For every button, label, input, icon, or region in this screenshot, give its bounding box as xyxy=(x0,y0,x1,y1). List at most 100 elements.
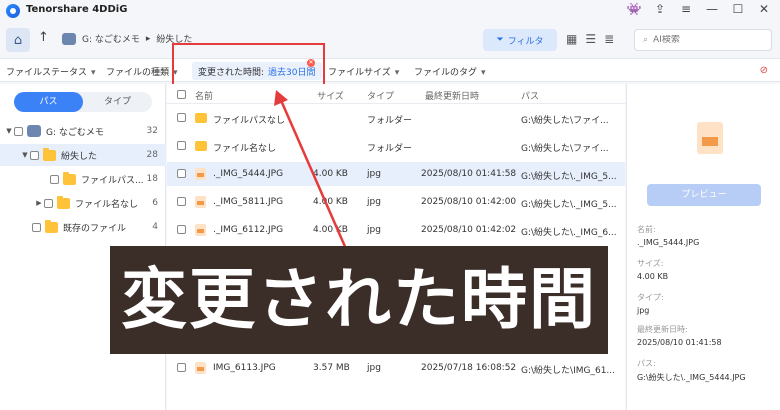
folder-icon xyxy=(63,171,76,185)
chevron-down-icon: ▾ xyxy=(481,68,486,78)
tree-item-count: 28 xyxy=(146,150,158,160)
folder-icon xyxy=(43,147,56,161)
tree-item-existing[interactable]: 既存のファイル 4 xyxy=(0,216,166,238)
filter-button[interactable]: ⏷ フィルタ xyxy=(483,29,557,51)
tree-item-count: 4 xyxy=(152,222,158,232)
row-name: ._IMG_5444.JPG xyxy=(213,169,284,179)
row-modified: 2025/08/10 01:42:02 xyxy=(421,225,517,235)
row-size: 4.00 KB xyxy=(313,169,348,179)
filter-file-status[interactable]: ファイルステータス ▾ xyxy=(6,65,96,78)
column-modified[interactable]: 最終更新日時 xyxy=(425,89,479,102)
drive-icon xyxy=(62,32,76,45)
folder-icon xyxy=(57,195,70,209)
row-size: 4.00 KB xyxy=(313,225,348,235)
expand-arrow-icon[interactable]: ▶ xyxy=(34,199,44,207)
sidebar-segmented-control: パス タイプ xyxy=(14,92,152,112)
assistant-icon[interactable]: 👾 xyxy=(626,2,642,16)
filter-file-size[interactable]: ファイルサイズ ▾ xyxy=(328,65,399,78)
expand-arrow-icon[interactable]: ▼ xyxy=(4,127,14,135)
tree-item-no-name[interactable]: ▶ ファイル名なし 6 xyxy=(0,192,166,214)
tree-item-count: 6 xyxy=(152,198,158,208)
meta-name-value: ._IMG_5444.JPG xyxy=(637,238,700,247)
menu-icon[interactable]: ≡ xyxy=(678,2,694,16)
row-size: 4.00 KB xyxy=(313,197,348,207)
filter-button-label: フィルタ xyxy=(507,36,544,47)
overlay-caption: 変更された時間 xyxy=(110,246,608,354)
row-checkbox[interactable] xyxy=(177,113,186,122)
window-controls: 👾 ⇪ ≡ — ☐ ✕ xyxy=(626,2,772,16)
meta-size-key: サイズ: xyxy=(637,259,664,268)
checkbox[interactable] xyxy=(50,174,59,184)
row-type: フォルダー xyxy=(367,144,413,154)
table-row[interactable]: ファイル名なし フォルダー G:\紛失した\ファイ... xyxy=(167,134,625,158)
close-button[interactable]: ✕ xyxy=(756,2,772,16)
table-row[interactable]: ファイルパスなし フォルダー G:\紛失した\ファイ... xyxy=(167,106,625,130)
table-row[interactable]: IMG_6113.JPG 3.57 MB jpg 2025/07/18 16:0… xyxy=(167,356,625,380)
breadcrumb-drive[interactable]: G: なごむメモ xyxy=(82,32,140,45)
checkbox[interactable] xyxy=(32,222,41,232)
grid-view-icon[interactable]: ▦ xyxy=(566,32,577,46)
row-checkbox[interactable] xyxy=(177,169,186,178)
minimize-button[interactable]: — xyxy=(704,2,720,16)
search-icon: ⌕ xyxy=(643,35,649,45)
checkbox[interactable] xyxy=(44,198,53,208)
clear-filters-icon[interactable]: ⊘ xyxy=(760,65,768,76)
meta-size-value: 4.00 KB xyxy=(637,272,669,281)
filter-file-tag[interactable]: ファイルのタグ ▾ xyxy=(414,65,486,78)
row-modified: 2025/08/10 01:41:58 xyxy=(421,169,517,179)
chevron-down-icon: ▾ xyxy=(394,68,400,78)
row-checkbox[interactable] xyxy=(177,197,186,206)
row-size: 3.57 MB xyxy=(313,363,350,373)
preview-panel: プレビュー 名前: ._IMG_5444.JPG サイズ: 4.00 KB タイ… xyxy=(626,84,780,410)
tree-item-label: 既存のファイル xyxy=(63,223,127,234)
row-modified: 2025/08/10 01:42:00 xyxy=(421,197,517,207)
checkbox[interactable] xyxy=(14,126,23,136)
row-path: G:\紛失した\._IMG_6... xyxy=(521,228,617,238)
row-path: G:\紛失した\._IMG_5... xyxy=(521,200,617,210)
table-row[interactable]: ._IMG_5444.JPG 4.00 KB jpg 2025/08/10 01… xyxy=(167,162,625,186)
row-name: IMG_6113.JPG xyxy=(213,363,276,373)
meta-type-key: タイプ: xyxy=(637,293,664,302)
home-button[interactable]: ⌂ xyxy=(6,28,30,52)
tree-item-label: 紛失した xyxy=(61,151,98,162)
expand-arrow-icon[interactable]: ▼ xyxy=(20,151,30,159)
search-input[interactable] xyxy=(653,35,754,45)
image-file-icon xyxy=(195,168,206,180)
list-view-icon[interactable]: ☰ xyxy=(585,32,596,46)
filter-row: ファイルステータス ▾ ファイルの種類 ▾ 変更された時間: 過去30日間 ✕ ファ… xyxy=(0,58,780,82)
row-type: jpg xyxy=(367,197,381,207)
detail-view-icon[interactable]: ≣ xyxy=(604,32,614,46)
image-file-icon xyxy=(195,362,206,374)
filter-file-type[interactable]: ファイルの種類 ▾ xyxy=(106,65,178,78)
tree-item-no-path[interactable]: ファイルパス... 18 xyxy=(0,168,166,190)
column-size[interactable]: サイズ xyxy=(317,89,344,102)
tree-item-lost[interactable]: ▼ 紛失した 28 xyxy=(0,144,166,166)
maximize-button[interactable]: ☐ xyxy=(730,2,746,16)
tab-type[interactable]: タイプ xyxy=(83,92,152,112)
column-type[interactable]: タイプ xyxy=(367,89,394,102)
table-row[interactable]: ._IMG_5811.JPG 4.00 KB jpg 2025/08/10 01… xyxy=(167,190,625,214)
meta-type-value: jpg xyxy=(637,306,650,315)
row-checkbox[interactable] xyxy=(177,225,186,234)
row-checkbox[interactable] xyxy=(177,363,186,372)
meta-modified-key: 最終更新日時: xyxy=(637,325,688,334)
tab-path[interactable]: パス xyxy=(14,92,83,112)
table-row[interactable]: ._IMG_6112.JPG 4.00 KB jpg 2025/08/10 01… xyxy=(167,218,625,242)
up-button[interactable]: ↑ xyxy=(38,30,49,45)
select-all-checkbox[interactable] xyxy=(177,90,186,99)
row-type: jpg xyxy=(367,363,381,373)
meta-name-key: 名前: xyxy=(637,225,656,234)
column-path[interactable]: パス xyxy=(521,89,539,102)
drive-icon xyxy=(27,125,41,137)
share-icon[interactable]: ⇪ xyxy=(652,2,668,16)
preview-button[interactable]: プレビュー xyxy=(647,184,761,206)
app-logo-icon xyxy=(6,4,20,18)
row-checkbox[interactable] xyxy=(177,141,186,150)
view-switcher: ▦ ☰ ≣ xyxy=(566,32,614,46)
tree-item-count: 18 xyxy=(146,174,158,184)
title-bar: Tenorshare 4DDiG 👾 ⇪ ≡ — ☐ ✕ xyxy=(0,0,780,22)
checkbox[interactable] xyxy=(30,150,39,160)
tree-item-count: 32 xyxy=(146,126,158,136)
column-name[interactable]: 名前 xyxy=(195,89,213,102)
tree-item-drive[interactable]: ▼ G: なごむメモ 32 xyxy=(0,120,166,142)
